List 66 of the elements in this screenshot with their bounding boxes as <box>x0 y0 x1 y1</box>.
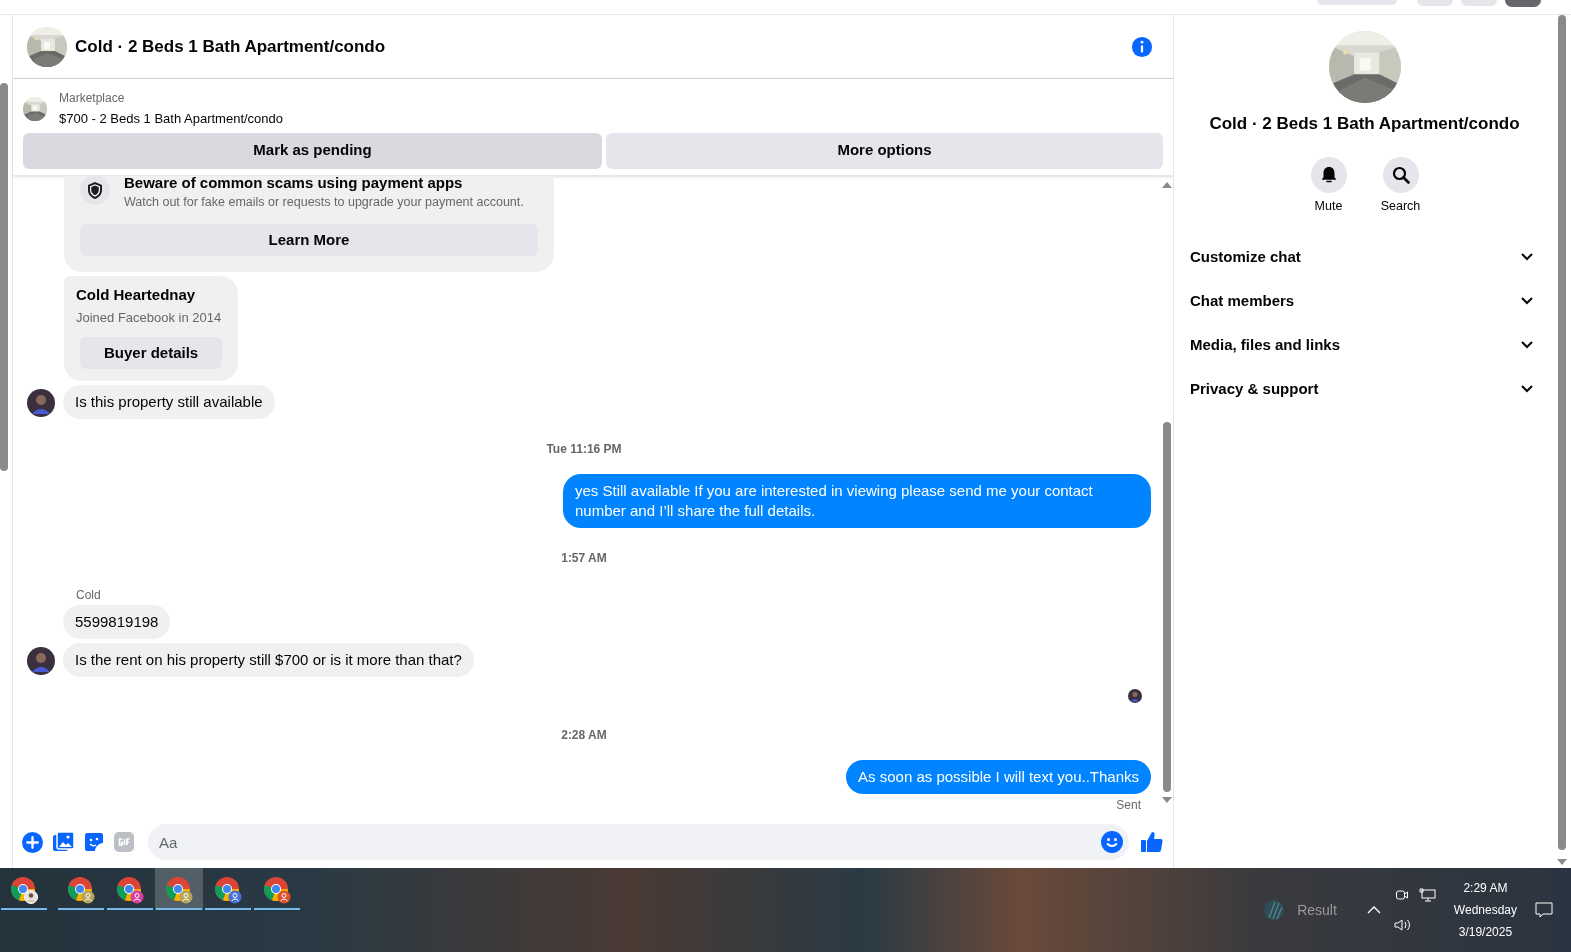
sender-name: Cold <box>76 588 101 602</box>
camera-icon[interactable] <box>1394 888 1409 902</box>
learn-more-button[interactable]: Learn More <box>80 224 538 256</box>
clock-time[interactable]: 2:29 AM <box>1463 877 1508 899</box>
listing-action-button[interactable]: Mark as pending <box>23 132 602 169</box>
section-row[interactable]: Media, files and links <box>1182 323 1547 368</box>
scrollbar-thumb[interactable] <box>0 83 8 471</box>
message-timestamp: 2:28 AM <box>561 727 607 744</box>
volume-icon[interactable] <box>1394 918 1413 932</box>
message-input[interactable]: Aa <box>148 824 1129 860</box>
section-label: Customize chat <box>1190 247 1302 267</box>
chevron-up-icon[interactable] <box>1366 906 1381 914</box>
chevron-down-icon[interactable] <box>1521 297 1533 306</box>
avatar-icon[interactable] <box>27 389 55 417</box>
action-label[interactable]: Mute <box>1314 196 1343 216</box>
buyer-details-button[interactable]: Buyer details <box>80 337 223 369</box>
scrollbar-thumb[interactable] <box>1558 15 1566 850</box>
chrome-icon <box>10 876 38 904</box>
chevron-down-icon[interactable] <box>1521 385 1533 394</box>
message-timestamp: Tue 11:16 PM <box>546 441 622 458</box>
message-timestamp: 1:57 AM <box>561 550 607 567</box>
message-status: Sent <box>1116 797 1141 814</box>
listing-source: Marketplace <box>59 90 126 107</box>
network-icon[interactable] <box>1418 888 1436 902</box>
notice-title: Beware of common scams using payment apps <box>124 176 464 192</box>
plus-icon[interactable] <box>22 831 43 853</box>
sticker-icon[interactable] <box>84 832 104 852</box>
section-label: Privacy & support <box>1190 379 1320 399</box>
conversation-title: Cold · 2 Beds 1 Bath Apartment/condo <box>75 35 386 58</box>
photo-icon[interactable] <box>53 832 74 852</box>
conversation-title: Cold · 2 Beds 1 Bath Apartment/condo <box>1209 113 1520 135</box>
chevron-down-icon[interactable] <box>1521 341 1533 350</box>
message-bubble: Is this property still available <box>63 385 275 419</box>
scroll-down-icon[interactable] <box>1162 797 1172 803</box>
message-bubble: yes Still available If you are interested in viewing please send me your contact number and I’ll share the full details. <box>563 474 1151 528</box>
listing-title[interactable]: $700 - 2 Beds 1 Bath Apartment/condo <box>59 109 284 129</box>
thumbs-up-icon[interactable] <box>1141 831 1163 853</box>
scrollbar-thumb[interactable] <box>1163 422 1171 792</box>
scroll-up-icon[interactable] <box>1162 182 1172 188</box>
section-label: Media, files and links <box>1190 335 1342 355</box>
message-bubble: 5599819198 <box>63 605 171 639</box>
seen-avatar-icon <box>1128 689 1142 703</box>
buyer-name: Cold Heartednay <box>76 285 197 305</box>
action-label[interactable]: Search <box>1380 196 1421 216</box>
weather-icon[interactable] <box>1263 899 1286 921</box>
buyer-joined: Joined Facebook in 2014 <box>76 308 223 327</box>
search-icon[interactable] <box>1382 156 1419 193</box>
info-icon[interactable] <box>1131 35 1153 58</box>
chevron-down-icon[interactable] <box>1521 253 1533 262</box>
section-row[interactable]: Chat members <box>1182 279 1547 324</box>
listing-action-button[interactable]: More options <box>606 132 1163 169</box>
notification-icon[interactable] <box>1535 902 1553 918</box>
message-bubble: Is the rent on his property still $700 or is it more than that? <box>63 643 474 677</box>
emoji-icon[interactable] <box>1101 831 1123 853</box>
weather-label[interactable]: Result <box>1297 899 1337 921</box>
notice-text: Watch out for fake emails or requests to upgrade your payment account. <box>124 194 524 211</box>
message-bubble: As soon as possible I will text you..Thanks <box>846 760 1151 794</box>
section-label: Chat members <box>1190 291 1296 311</box>
clock-date[interactable]: 3/19/2025 <box>1458 921 1513 943</box>
scroll-down-icon[interactable] <box>1557 859 1567 865</box>
bell-icon[interactable] <box>1310 156 1347 193</box>
section-row[interactable]: Customize chat <box>1182 235 1547 280</box>
section-row[interactable]: Privacy & support <box>1182 367 1547 412</box>
clock-day[interactable]: Wednesday <box>1453 899 1517 921</box>
avatar-icon[interactable] <box>27 647 55 675</box>
profile-avatar[interactable] <box>1505 0 1541 7</box>
